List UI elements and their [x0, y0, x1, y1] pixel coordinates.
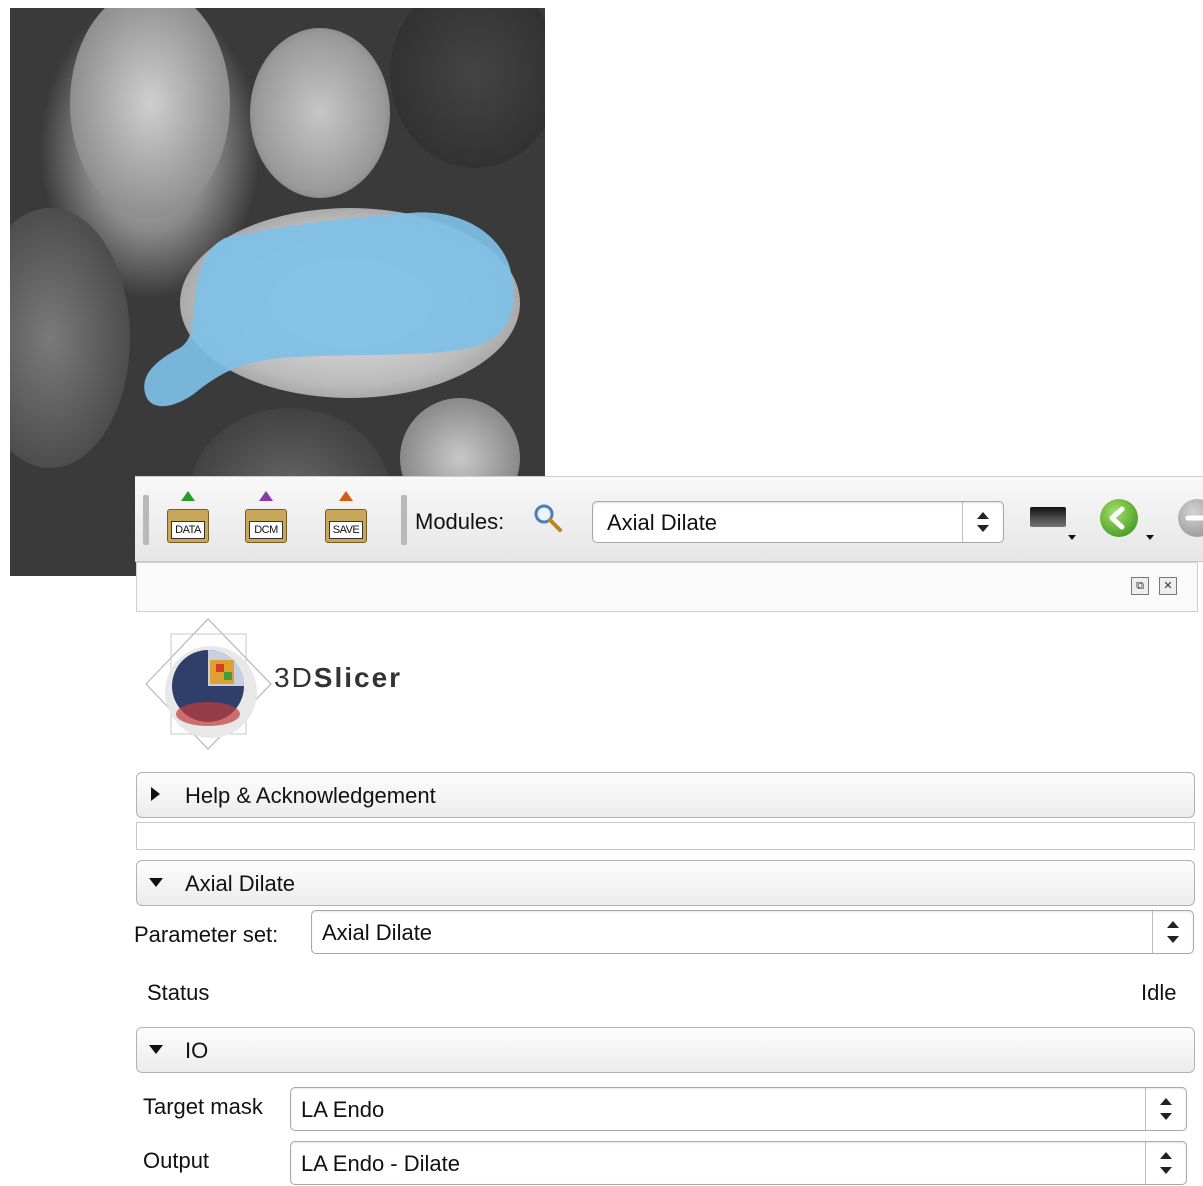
search-icon[interactable]: [533, 503, 563, 533]
load-data-button[interactable]: DATA: [163, 491, 213, 545]
chevron-down-icon[interactable]: [1146, 535, 1154, 540]
output-label: Output: [143, 1148, 210, 1173]
spinner-icon: [962, 502, 1003, 542]
up-arrow-icon: [181, 491, 195, 501]
slicer-logo-text: 3DSlicer: [274, 662, 402, 694]
parameter-set-select[interactable]: Axial Dilate: [311, 910, 1194, 954]
output-select[interactable]: LA Endo - Dilate: [290, 1141, 1187, 1185]
section-label: Axial Dilate: [185, 871, 296, 896]
empty-row: [136, 822, 1195, 850]
status-label: Status: [147, 980, 210, 1005]
close-icon[interactable]: ✕: [1159, 577, 1177, 595]
expand-icon: [151, 787, 160, 801]
slicer-logo-icon: [145, 618, 272, 750]
output-value: LA Endo - Dilate: [301, 1151, 460, 1176]
dicom-arrows-icon: [259, 491, 273, 501]
module-selector-value: Axial Dilate: [607, 510, 718, 535]
target-mask-value: LA Endo: [301, 1097, 385, 1122]
save-button[interactable]: SAVE: [321, 491, 371, 545]
main-toolbar: DATA DCM SAVE Modules: Axial Dilate: [135, 476, 1203, 562]
module-panel-titlebar: ⧉ ✕: [136, 562, 1198, 612]
spinner-icon: [1152, 911, 1193, 953]
collapse-icon: [149, 1045, 163, 1054]
back-arrow-icon[interactable]: [1100, 499, 1138, 537]
chevron-down-icon[interactable]: [1068, 535, 1076, 540]
parameter-set-value: Axial Dilate: [322, 920, 433, 945]
toolbar-separator: [143, 495, 149, 545]
axial-dilate-section[interactable]: Axial Dilate: [136, 860, 1195, 906]
logo-prefix: 3D: [274, 662, 314, 693]
save-icon-label: SAVE: [329, 521, 363, 539]
help-acknowledgement-section[interactable]: Help & Acknowledgement: [136, 772, 1195, 818]
modules-label: Modules:: [415, 509, 505, 534]
load-dicom-button[interactable]: DCM: [241, 491, 291, 545]
forward-arrow-icon[interactable]: [1178, 499, 1203, 537]
down-arrow-icon: [339, 491, 353, 501]
status-value: Idle: [1141, 980, 1177, 1005]
io-section[interactable]: IO: [136, 1027, 1195, 1073]
target-mask-select[interactable]: LA Endo: [290, 1087, 1187, 1131]
spinner-icon: [1145, 1088, 1186, 1130]
dcm-icon-label: DCM: [249, 521, 283, 539]
float-panel-icon[interactable]: ⧉: [1131, 577, 1149, 595]
layout-icon[interactable]: [1030, 507, 1066, 527]
spinner-icon: [1145, 1142, 1186, 1184]
module-selector[interactable]: Axial Dilate: [592, 501, 1004, 543]
toolbar-separator: [401, 495, 407, 545]
section-label: Help & Acknowledgement: [185, 783, 436, 808]
data-icon-label: DATA: [171, 521, 205, 539]
section-label: IO: [185, 1038, 209, 1063]
target-mask-label: Target mask: [143, 1094, 263, 1119]
collapse-icon: [149, 878, 163, 887]
parameter-set-label: Parameter set:: [134, 922, 279, 947]
logo-main: Slicer: [313, 662, 403, 693]
